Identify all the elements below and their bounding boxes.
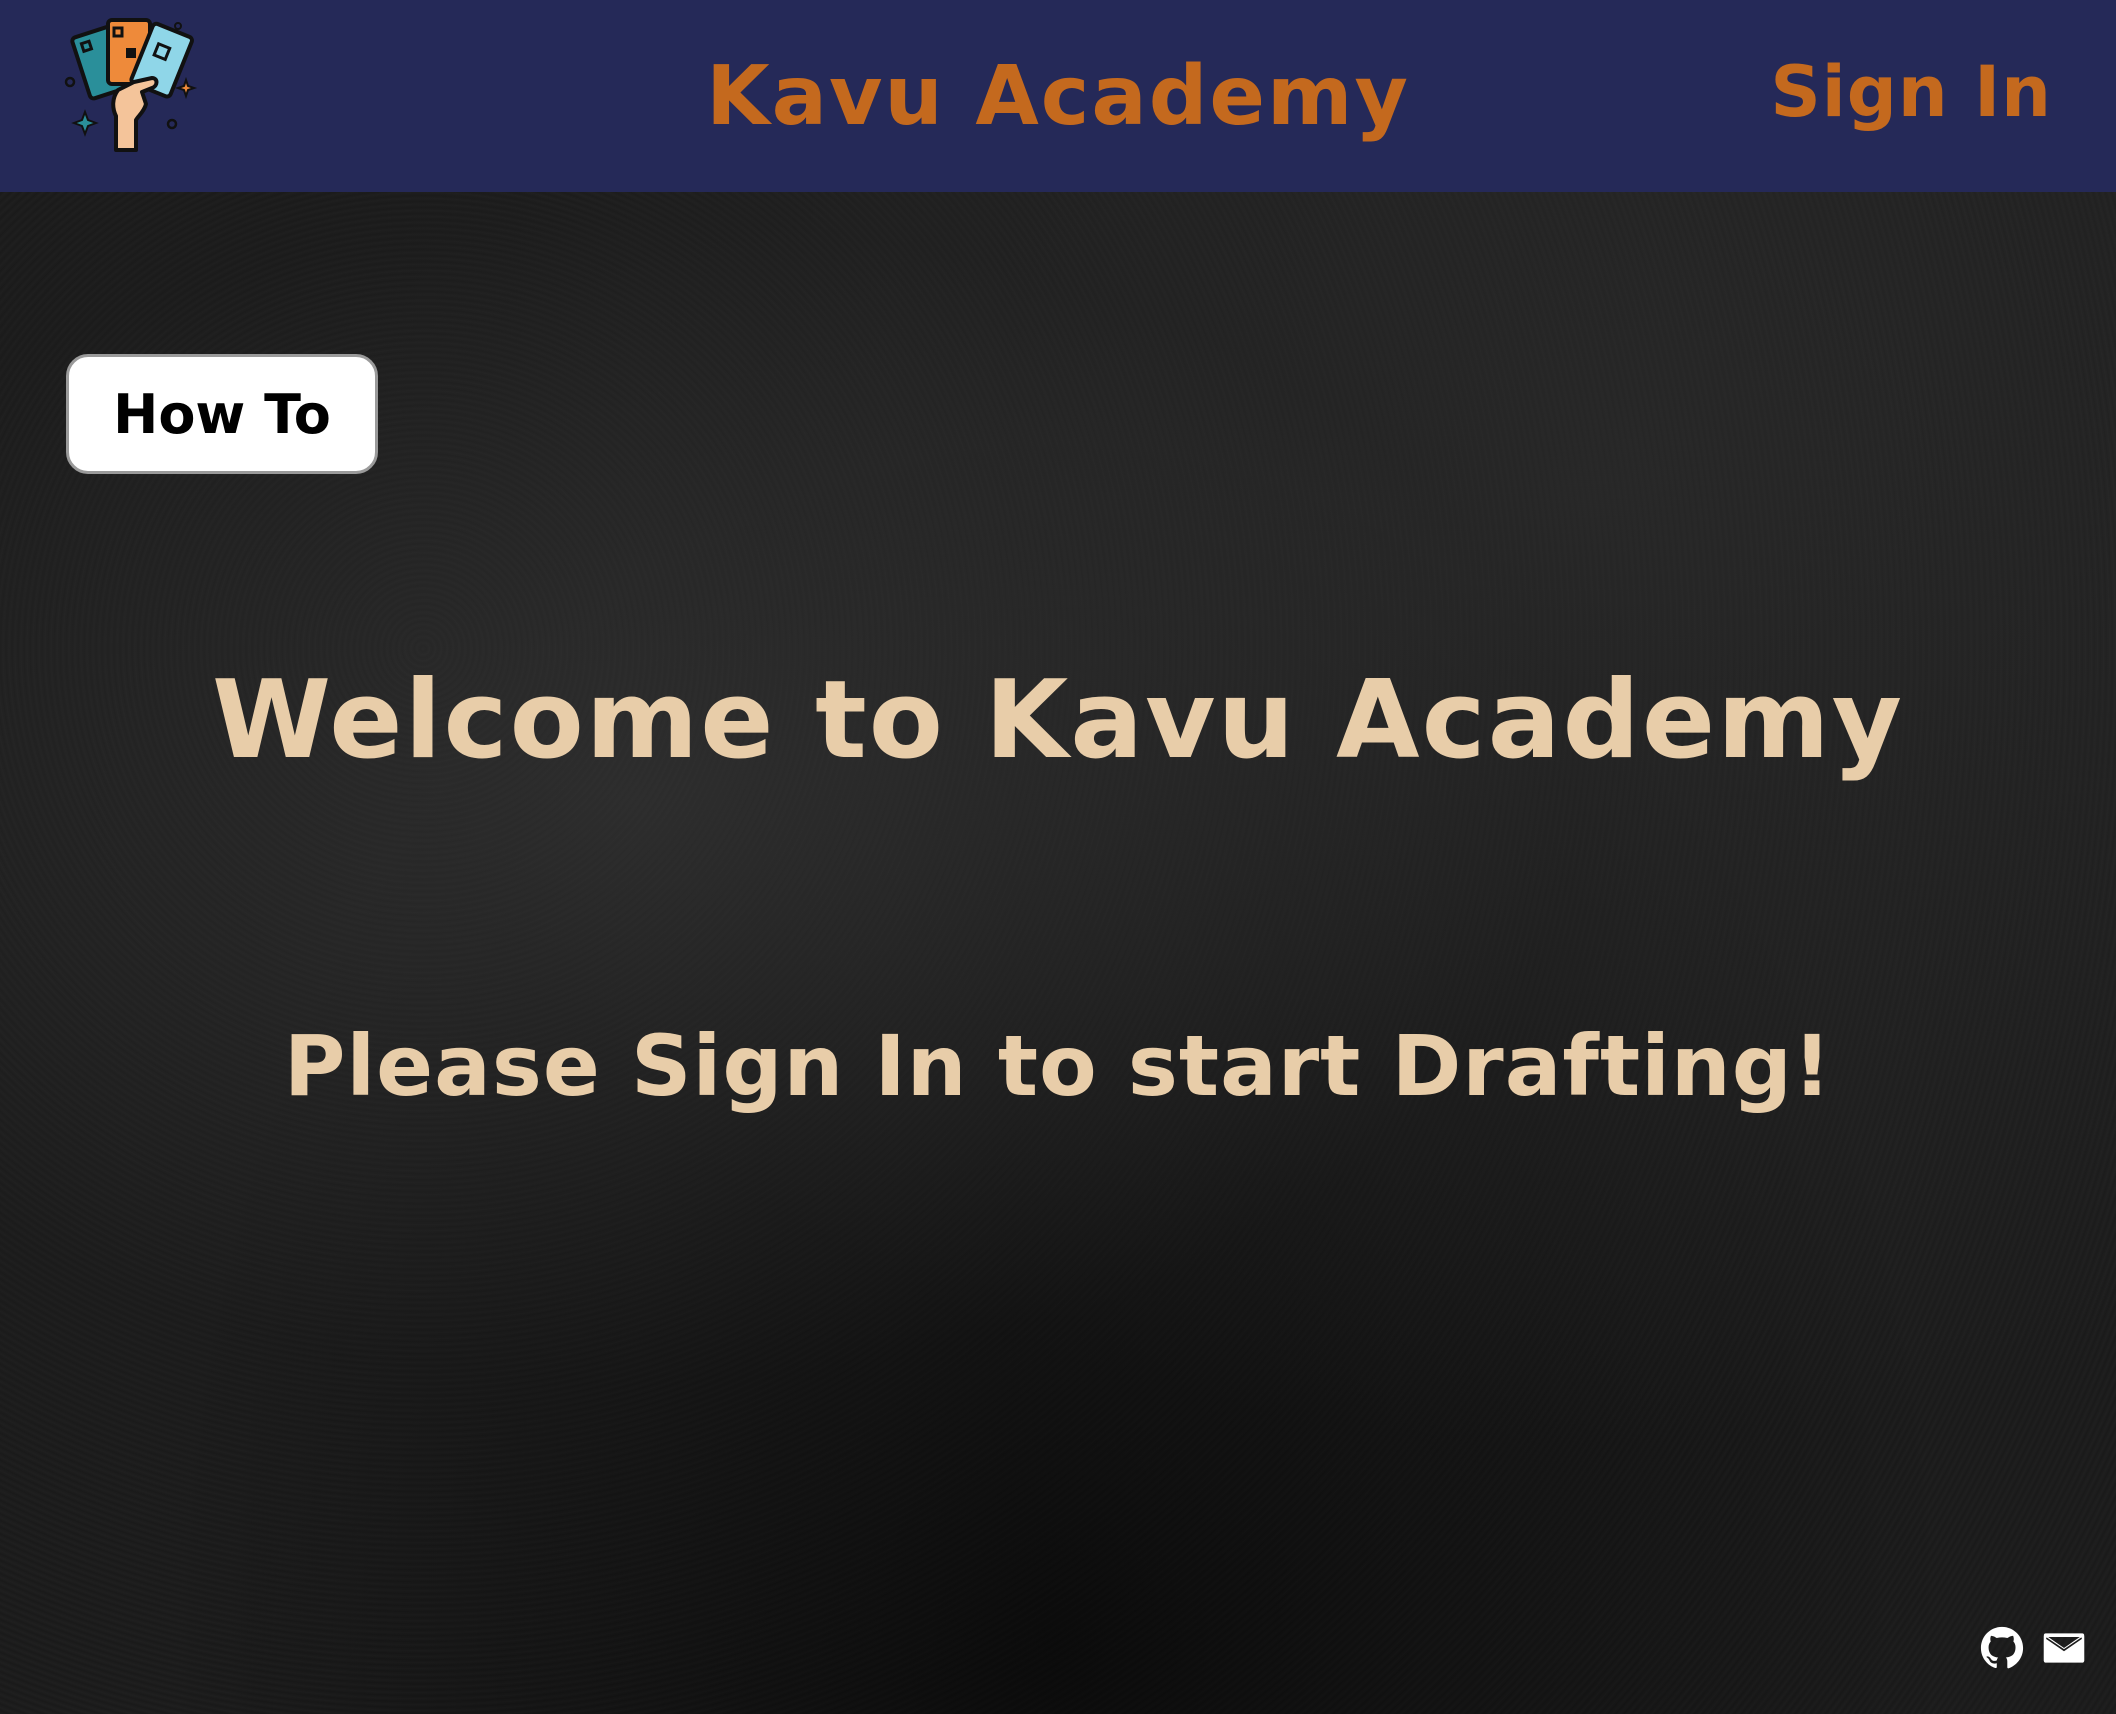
welcome-heading: Welcome to Kavu Academy xyxy=(212,658,1904,783)
page: Kavu Academy Sign In How To Welcome to K… xyxy=(0,0,2116,1714)
mail-icon[interactable] xyxy=(2042,1626,2086,1670)
github-icon[interactable] xyxy=(1980,1626,2024,1670)
how-to-button[interactable]: How To xyxy=(66,354,378,474)
footer-links xyxy=(1980,1626,2086,1670)
sign-in-prompt: Please Sign In to start Drafting! xyxy=(283,1017,1833,1115)
navbar: Kavu Academy Sign In xyxy=(0,0,2116,192)
sign-in-link[interactable]: Sign In xyxy=(1770,50,2052,134)
